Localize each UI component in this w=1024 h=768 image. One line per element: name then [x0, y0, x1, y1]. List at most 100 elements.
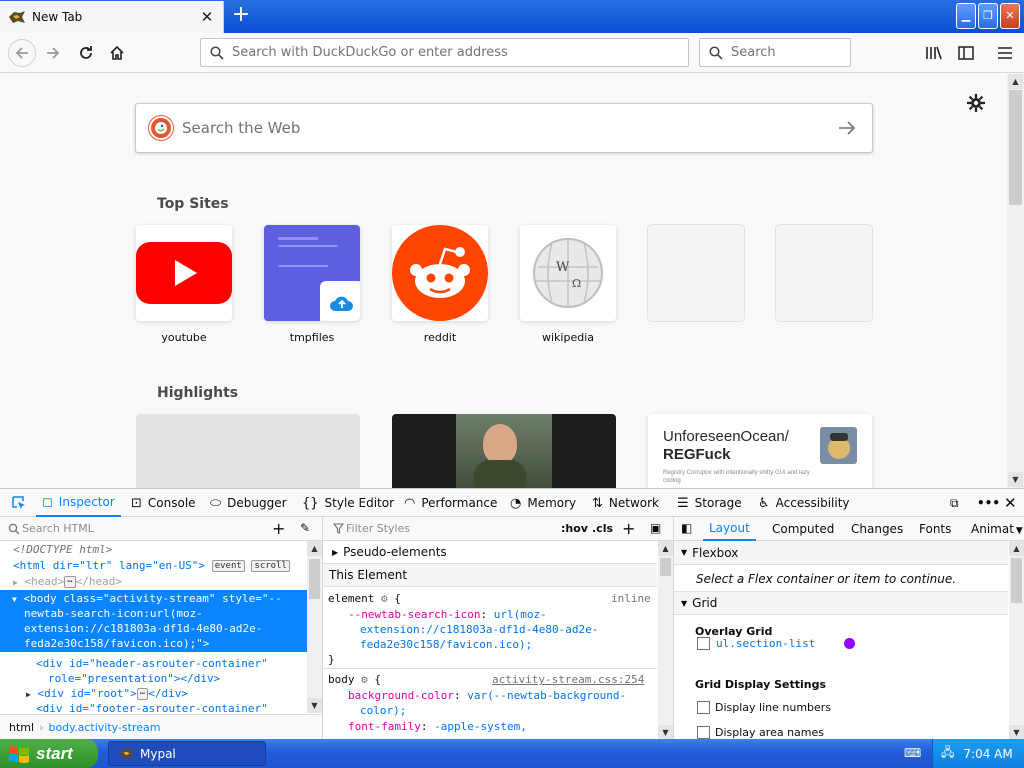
scroll-down-arrow-icon[interactable]: ▼ [658, 725, 673, 740]
settings-gear-icon[interactable]: ⚙ [361, 673, 368, 686]
scrollbar-thumb[interactable] [1009, 90, 1022, 205]
gear-icon[interactable] [967, 94, 985, 112]
selected-body-node[interactable]: ▼ <body class="activity-stream" style="-… [0, 590, 307, 652]
area-names-checkbox[interactable] [697, 726, 710, 739]
close-tab-icon[interactable]: ✕ [197, 8, 217, 26]
collapsed-ellipsis-icon[interactable]: ⋯ [136, 688, 149, 700]
breadcrumb-item-body[interactable]: body.activity-stream [48, 721, 160, 734]
style-declaration[interactable]: --newtab-search-icon: url(moz- [348, 608, 547, 621]
grid-section-header[interactable]: ▼ Grid [674, 591, 1008, 615]
eyedropper-icon[interactable]: ✎ [300, 521, 310, 535]
style-declaration[interactable]: background-color: var(--newtab-backgroun… [348, 689, 626, 702]
tab-inspector[interactable]: ◻ Inspector [36, 489, 121, 517]
search-bar[interactable]: Search [699, 38, 851, 67]
side-tab-computed[interactable]: Computed [772, 522, 834, 536]
highlight-card-github[interactable]: UnforeseenOcean/ REGFuck Registry Corrup… [648, 414, 872, 488]
tab-storage[interactable]: ☰ Storage [677, 489, 742, 517]
address-bar[interactable]: Search with DuckDuckGo or enter address [200, 38, 689, 67]
tab-debugger[interactable]: ⬭ Debugger [210, 489, 287, 517]
highlight-card[interactable] [136, 414, 360, 488]
flexbox-section-header[interactable]: ▼ Flexbox [674, 541, 1008, 565]
scroll-badge[interactable]: scroll [251, 560, 290, 572]
close-window-button[interactable]: ✕ [1000, 3, 1020, 29]
doctype-node[interactable]: <!DOCTYPE html> [13, 542, 112, 558]
web-search-box[interactable]: Search the Web [135, 103, 873, 153]
markup-scrollbar[interactable]: ▲ ▼ [307, 541, 322, 713]
keyboard-icon[interactable]: ⌨ [904, 746, 921, 760]
hov-toggle[interactable]: :hov [561, 522, 588, 535]
side-tab-layout[interactable]: Layout [703, 517, 756, 541]
style-declaration[interactable]: font-family: -apple-system, [348, 720, 527, 733]
settings-gear-icon[interactable]: ⚙ [381, 592, 388, 605]
head-node[interactable]: ▶ <head> ⋯ </head> [13, 574, 122, 590]
menu-button[interactable] [993, 41, 1017, 65]
maximize-button[interactable]: ❐ [978, 3, 998, 29]
tab-console[interactable]: ⊡ Console [131, 489, 196, 517]
toggle-sidebar-icon[interactable]: ◧ [681, 521, 692, 535]
taskbar-item-mypal[interactable]: Mypal [108, 741, 266, 766]
tab-accessibility[interactable]: ♿ Accessibility [758, 489, 850, 517]
top-site-empty[interactable] [776, 225, 872, 321]
footer-asrouter-node[interactable]: <div id="footer-asrouter-container" [36, 701, 268, 713]
scroll-down-arrow-icon[interactable]: ▼ [307, 698, 322, 713]
event-badge[interactable]: event [211, 560, 245, 572]
add-rule-plus-icon[interactable]: + [622, 519, 635, 538]
highlight-card-video[interactable] [392, 414, 616, 488]
minimize-button[interactable]: ▁ [956, 3, 976, 29]
clock[interactable]: 7:04 AM [963, 747, 1012, 761]
new-tab-button[interactable]: + [230, 4, 252, 27]
collapsed-ellipsis-icon[interactable]: ⋯ [64, 576, 76, 588]
top-site-empty[interactable] [648, 225, 744, 321]
add-node-plus-icon[interactable]: + [272, 519, 285, 538]
home-button[interactable] [105, 41, 129, 65]
element-picker-button[interactable] [6, 489, 32, 517]
print-media-icon[interactable]: ▣ [650, 521, 661, 535]
tab-memory[interactable]: ◔ Memory [510, 489, 576, 517]
expand-arrow-icon[interactable]: ▶ [26, 690, 31, 699]
grid-color-swatch[interactable] [844, 638, 855, 649]
sidebar-button[interactable] [954, 41, 978, 65]
scroll-up-arrow-icon[interactable]: ▲ [658, 541, 673, 556]
rules-scrollbar[interactable]: ▲ ▼ [658, 541, 673, 740]
page-scrollbar[interactable]: ▲ ▼ [1007, 74, 1024, 488]
body-rule-source-link[interactable]: activity-stream.css:254 [492, 673, 644, 686]
close-devtools-button[interactable]: ✕ [1004, 489, 1017, 517]
header-asrouter-node[interactable]: <div id="header-asrouter-container" [36, 656, 268, 672]
side-tab-animations[interactable]: Animat ▼ [971, 522, 1023, 536]
top-site-wikipedia[interactable]: W Ω [520, 225, 616, 321]
scroll-down-arrow-icon[interactable]: ▼ [1008, 472, 1023, 487]
root-node[interactable]: ▶ <div id="root"> ⋯ </div> [26, 686, 188, 702]
library-button[interactable] [922, 41, 946, 65]
side-tab-changes[interactable]: Changes [851, 522, 903, 536]
scroll-up-arrow-icon[interactable]: ▲ [307, 541, 322, 556]
collapse-arrow-icon[interactable]: ▼ [12, 595, 17, 604]
start-button[interactable]: start [0, 739, 98, 768]
tab-style-editor[interactable]: {} Style Editor [302, 489, 394, 517]
forward-button[interactable] [41, 41, 65, 65]
expand-arrow-icon[interactable]: ▶ [13, 578, 18, 587]
top-site-tmpfiles[interactable] [264, 225, 360, 321]
top-site-youtube[interactable] [136, 225, 232, 321]
dock-side-button[interactable]: ⧉ [950, 489, 959, 517]
top-site-reddit[interactable] [392, 225, 488, 321]
breadcrumb-item-html[interactable]: html [9, 721, 34, 734]
scroll-down-arrow-icon[interactable]: ▼ [1009, 725, 1024, 740]
html-node[interactable]: <html dir="ltr" lang="en-US"> event scro… [13, 558, 290, 574]
browser-tab[interactable]: New Tab ✕ [0, 1, 224, 33]
arrow-right-icon[interactable] [838, 120, 856, 136]
search-html-input[interactable]: Search HTML [22, 522, 94, 535]
pseudo-elements-toggle[interactable]: ▶ Pseudo-elements [323, 541, 657, 564]
side-tab-fonts[interactable]: Fonts [919, 522, 951, 536]
back-button[interactable] [8, 39, 36, 67]
scroll-up-arrow-icon[interactable]: ▲ [1008, 74, 1023, 89]
more-options-button[interactable]: ••• [977, 489, 1000, 517]
tab-network[interactable]: ⇅ Network [592, 489, 659, 517]
cls-toggle[interactable]: .cls [592, 522, 613, 535]
reload-button[interactable] [74, 41, 98, 65]
scroll-up-arrow-icon[interactable]: ▲ [1009, 541, 1024, 556]
grid-overlay-checkbox[interactable] [697, 637, 710, 650]
network-tray-icon[interactable]: 🖧 [941, 743, 954, 764]
line-numbers-checkbox[interactable] [697, 701, 710, 714]
layout-scrollbar[interactable]: ▲ ▼ [1009, 541, 1024, 740]
tab-performance[interactable]: ◠ Performance [404, 489, 497, 517]
